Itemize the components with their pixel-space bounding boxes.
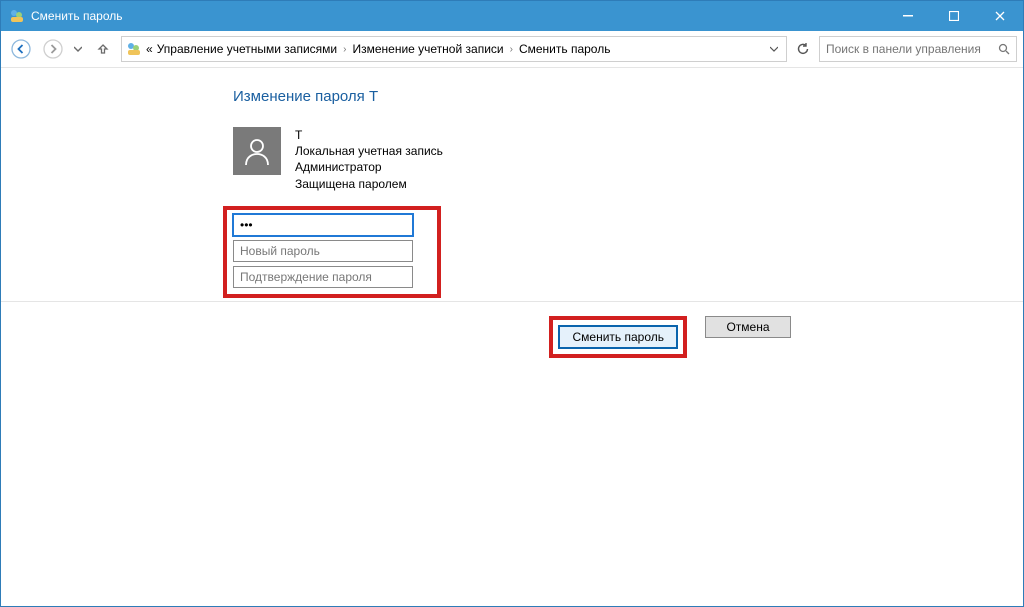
search-icon: [996, 43, 1012, 55]
breadcrumb-prefix: «: [146, 42, 153, 56]
maximize-button[interactable]: [931, 1, 977, 31]
password-fields-highlight: [223, 206, 441, 298]
refresh-button[interactable]: [791, 37, 815, 61]
toolbar: « Управление учетными записями › Изменен…: [1, 31, 1023, 68]
breadcrumb-dropdown-icon[interactable]: [766, 42, 782, 56]
titlebar: Сменить пароль: [1, 1, 1023, 31]
content-area: Изменение пароля T T Локальная учетная з…: [1, 68, 1023, 301]
account-summary: T Локальная учетная запись Администратор…: [233, 127, 873, 192]
account-type: Локальная учетная запись: [295, 143, 443, 159]
window-frame: Сменить пароль « Управлен: [0, 0, 1024, 607]
account-protection: Защищена паролем: [295, 176, 443, 192]
search-box[interactable]: [819, 36, 1017, 62]
user-accounts-icon: [9, 8, 25, 24]
recent-locations-dropdown[interactable]: [71, 35, 85, 63]
change-password-button[interactable]: Сменить пароль: [559, 326, 677, 348]
page-title: Изменение пароля T: [233, 88, 873, 105]
nav-back-button[interactable]: [7, 35, 35, 63]
breadcrumb-bar[interactable]: « Управление учетными записями › Изменен…: [121, 36, 787, 62]
avatar: [233, 127, 281, 175]
breadcrumb-item[interactable]: Изменение учетной записи: [352, 42, 503, 56]
window-title: Сменить пароль: [31, 9, 123, 23]
breadcrumb-item-current[interactable]: Сменить пароль: [519, 42, 611, 56]
footer-actions: Сменить пароль Отмена: [1, 301, 1023, 374]
bottom-whitespace: [1, 374, 1023, 607]
user-accounts-icon: [126, 41, 142, 57]
account-role: Администратор: [295, 159, 443, 175]
confirm-password-input[interactable]: [233, 266, 413, 288]
current-password-input[interactable]: [233, 214, 413, 236]
new-password-input[interactable]: [233, 240, 413, 262]
cancel-button[interactable]: Отмена: [705, 316, 791, 338]
nav-up-button[interactable]: [89, 35, 117, 63]
minimize-button[interactable]: [885, 1, 931, 31]
breadcrumb-item[interactable]: Управление учетными записями: [157, 42, 337, 56]
search-input[interactable]: [824, 41, 996, 57]
chevron-right-icon: ›: [341, 44, 348, 55]
submit-button-highlight: Сменить пароль: [549, 316, 687, 358]
chevron-right-icon: ›: [508, 44, 515, 55]
account-username: T: [295, 127, 443, 143]
account-info: T Локальная учетная запись Администратор…: [295, 127, 443, 192]
nav-forward-button[interactable]: [39, 35, 67, 63]
close-button[interactable]: [977, 1, 1023, 31]
